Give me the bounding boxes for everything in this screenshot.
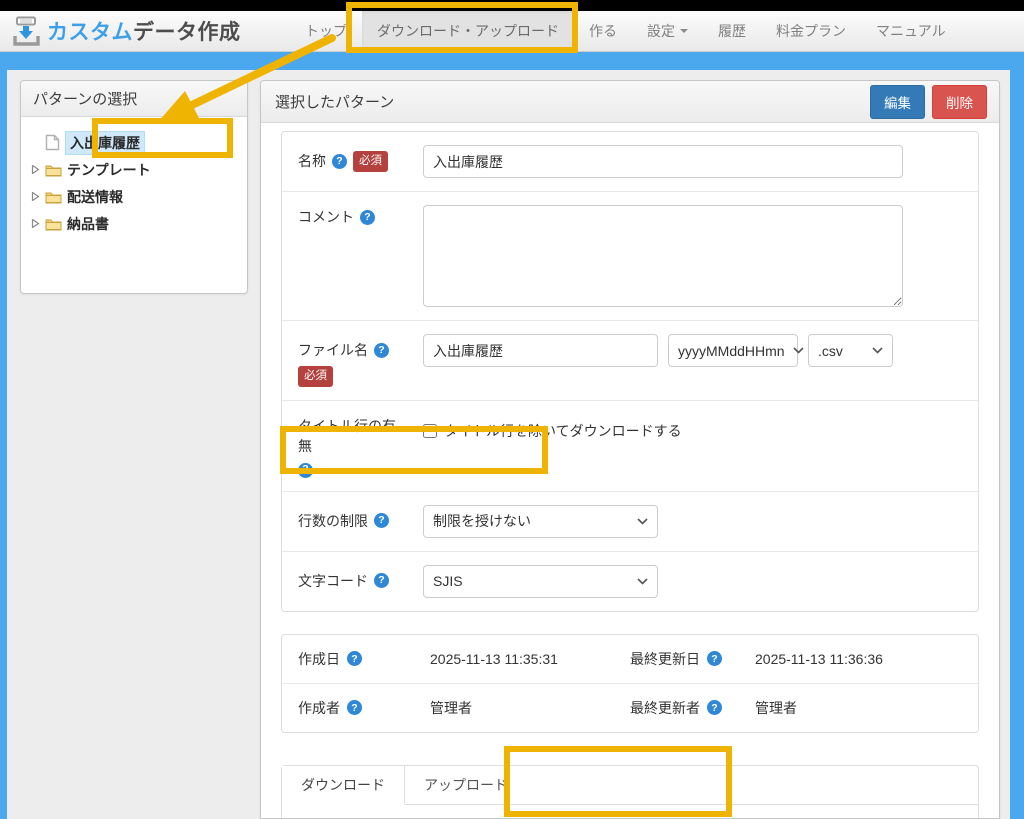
pattern-form: 名称 ? 必須 コメント ? ファイル名 xyxy=(281,131,979,612)
required-badge: 必須 xyxy=(298,366,333,387)
title-row-row: タイトル行の有無 ? タイトル行を除いてダウンロードする xyxy=(282,401,978,492)
download-tab-content: CSVファイルをダウンロードします。 確認 ダウンロード xyxy=(282,805,978,819)
name-row: 名称 ? 必須 xyxy=(282,132,978,192)
required-badge: 必須 xyxy=(353,151,388,172)
edit-button[interactable]: 編集 xyxy=(870,85,925,119)
pattern-tree: 入出庫履歴 テンプレート 配送情報 xyxy=(21,117,247,247)
nav-item-create[interactable]: 作る xyxy=(574,11,632,51)
filename-row: ファイル名 ? 必須 yyyyMMddHHmn .csv xyxy=(282,321,978,401)
chevron-down-icon xyxy=(637,518,648,525)
folder-icon xyxy=(45,190,62,204)
top-black-strip xyxy=(0,0,1024,11)
tree-item-label: 納品書 xyxy=(67,214,109,234)
updated-date-label: 最終更新日 xyxy=(630,649,700,669)
chevron-down-icon xyxy=(680,29,688,33)
extension-select[interactable]: .csv xyxy=(808,334,893,367)
help-icon[interactable]: ? xyxy=(707,651,722,666)
created-by-label: 作成者 xyxy=(298,698,340,718)
tree-item-label: 配送情報 xyxy=(67,187,123,207)
row-limit-select[interactable]: 制限を授けない xyxy=(423,505,658,538)
tree-item-folder[interactable]: 配送情報 xyxy=(27,183,241,210)
tree-item-label: テンプレート xyxy=(67,160,151,180)
comment-textarea[interactable] xyxy=(423,205,903,307)
meta-box: 作成日 ? 2025-11-13 11:35:31 最終更新日 ? 2025-1… xyxy=(281,634,979,733)
app-logo[interactable]: カスタムデータ作成 xyxy=(0,16,290,47)
help-icon[interactable]: ? xyxy=(374,343,389,358)
title-row-checkbox[interactable] xyxy=(423,424,437,438)
filename-label: ファイル名 xyxy=(298,340,368,360)
name-label: 名称 xyxy=(298,151,326,171)
nav-item-top[interactable]: トップ xyxy=(290,11,362,51)
navbar: カスタムデータ作成 トップ ダウンロード・アップロード 作る 設定 履歴 料金プ… xyxy=(0,11,1024,52)
nav-item-settings[interactable]: 設定 xyxy=(632,11,703,51)
meta-users-row: 作成者 ? 管理者 最終更新者 ? 管理者 xyxy=(282,684,978,732)
row-limit-row: 行数の制限 ? 制限を授けない xyxy=(282,492,978,552)
expander-icon xyxy=(31,192,40,201)
nav-item-download-upload[interactable]: ダウンロード・アップロード xyxy=(362,11,574,51)
folder-icon xyxy=(45,163,62,177)
charset-row: 文字コード ? SJIS xyxy=(282,552,978,611)
charset-select[interactable]: SJIS xyxy=(423,565,658,598)
delete-button[interactable]: 削除 xyxy=(932,85,987,119)
nav-item-pricing[interactable]: 料金プラン xyxy=(761,11,861,51)
nav-menu: トップ ダウンロード・アップロード 作る 設定 履歴 料金プラン マニュアル xyxy=(290,11,961,51)
help-icon[interactable]: ? xyxy=(332,154,347,169)
pattern-select-title: パターンの選択 xyxy=(33,88,137,109)
tab-download[interactable]: ダウンロード xyxy=(282,766,405,805)
help-icon[interactable]: ? xyxy=(347,651,362,666)
tree-item-folder[interactable]: 納品書 xyxy=(27,210,241,237)
pattern-select-header: パターンの選択 xyxy=(21,81,247,117)
download-logo-icon xyxy=(13,16,40,47)
nav-item-history[interactable]: 履歴 xyxy=(703,11,761,51)
tabs: ダウンロード アップロード xyxy=(282,766,978,805)
meta-dates-row: 作成日 ? 2025-11-13 11:35:31 最終更新日 ? 2025-1… xyxy=(282,635,978,684)
comment-label: コメント xyxy=(298,207,354,227)
created-date-value: 2025-11-13 11:35:31 xyxy=(430,651,558,667)
chevron-down-icon xyxy=(637,578,648,585)
app-title: カスタムデータ作成 xyxy=(47,16,241,46)
blue-frame-top xyxy=(0,52,1024,70)
tree-item-label: 入出庫履歴 xyxy=(65,131,145,155)
created-date-label: 作成日 xyxy=(298,649,340,669)
help-icon[interactable]: ? xyxy=(374,513,389,528)
help-icon[interactable]: ? xyxy=(374,573,389,588)
charset-label: 文字コード xyxy=(298,571,368,591)
expander-icon xyxy=(31,165,40,174)
date-format-select[interactable]: yyyyMMddHHmn xyxy=(668,334,798,367)
help-icon[interactable]: ? xyxy=(360,210,375,225)
comment-row: コメント ? xyxy=(282,192,978,321)
panel-title: 選択したパターン xyxy=(275,91,394,112)
updated-by-label: 最終更新者 xyxy=(630,698,700,718)
chevron-down-icon xyxy=(793,347,804,354)
row-limit-label: 行数の制限 xyxy=(298,511,368,531)
help-icon[interactable]: ? xyxy=(707,700,722,715)
nav-item-manual[interactable]: マニュアル xyxy=(861,11,961,51)
name-input[interactable] xyxy=(423,145,903,178)
selected-pattern-header: 選択したパターン 編集 削除 xyxy=(261,81,999,123)
tree-item-selected[interactable]: 入出庫履歴 xyxy=(27,129,241,156)
folder-icon xyxy=(45,217,62,231)
created-by-value: 管理者 xyxy=(430,698,472,718)
file-icon xyxy=(45,134,60,151)
tab-upload[interactable]: アップロード xyxy=(405,766,527,804)
title-row-checkbox-label[interactable]: タイトル行を除いてダウンロードする xyxy=(423,414,682,441)
tree-item-folder[interactable]: テンプレート xyxy=(27,156,241,183)
title-row-label: タイトル行の有無 xyxy=(298,416,408,457)
help-icon[interactable]: ? xyxy=(298,463,313,478)
pattern-select-panel: パターンの選択 入出庫履歴 テンプレート xyxy=(20,80,248,294)
help-icon[interactable]: ? xyxy=(347,700,362,715)
expander-icon xyxy=(31,219,40,228)
updated-by-value: 管理者 xyxy=(755,698,797,718)
download-upload-box: ダウンロード アップロード CSVファイルをダウンロードします。 確認 ダウンロ… xyxy=(281,765,979,819)
selected-pattern-panel: 選択したパターン 編集 削除 名称 ? 必須 コメント ? xyxy=(260,80,1000,819)
chevron-down-icon xyxy=(872,347,883,354)
updated-date-value: 2025-11-13 11:36:36 xyxy=(755,651,883,667)
filename-input[interactable] xyxy=(423,334,658,367)
